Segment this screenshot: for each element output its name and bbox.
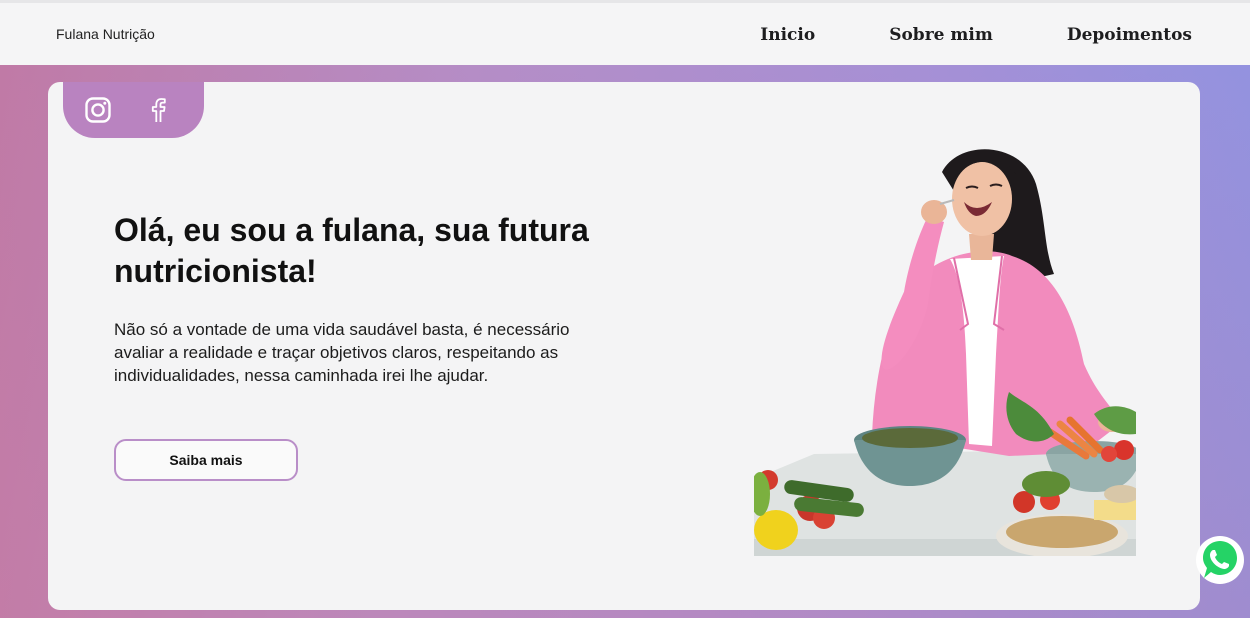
nutritionist-photo [754,149,1136,556]
nav-link-inicio[interactable]: Inicio [760,25,815,45]
saiba-mais-button[interactable]: Saiba mais [114,439,298,481]
instagram-icon[interactable] [83,95,113,125]
nav-link-sobre-mim[interactable]: Sobre mim [889,25,993,45]
site-header: Fulana Nutrição Inicio Sobre mim Depoime… [0,3,1250,65]
social-links [63,82,204,138]
facebook-icon[interactable] [143,95,173,125]
hero-card: Olá, eu sou a fulana, sua futura nutrici… [48,82,1200,610]
nav-link-depoimentos[interactable]: Depoimentos [1067,25,1192,45]
hero-title: Olá, eu sou a fulana, sua futura nutrici… [114,212,589,289]
whatsapp-icon[interactable] [1194,534,1246,586]
brand-name[interactable]: Fulana Nutrição [56,26,155,42]
hero-description: Não só a vontade de uma vida saudável ba… [114,320,570,385]
main-nav: Inicio Sobre mim Depoimentos [760,25,1192,45]
